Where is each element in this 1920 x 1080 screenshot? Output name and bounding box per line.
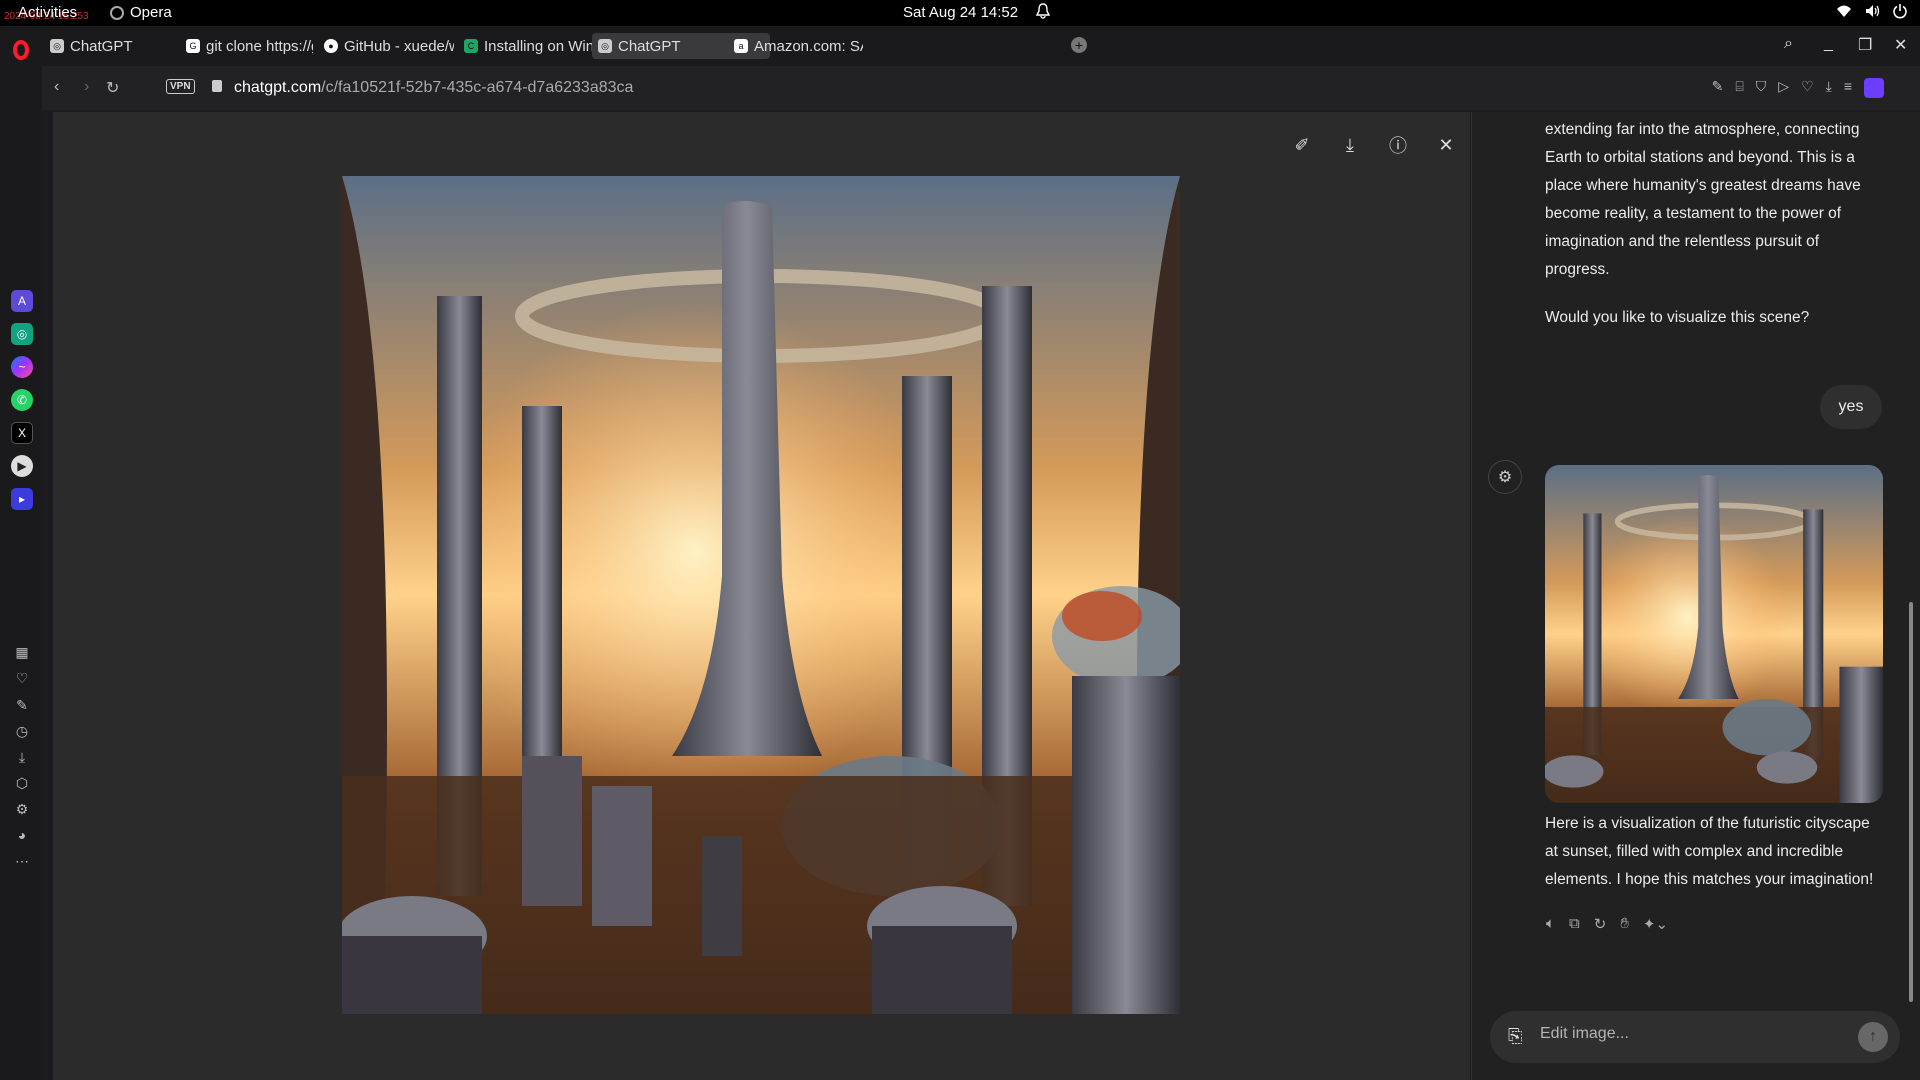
new-tab-button[interactable]: + xyxy=(1071,37,1087,53)
shield-icon[interactable]: ⛉ xyxy=(1756,78,1767,98)
back-icon[interactable]: ‹ xyxy=(54,78,59,96)
tab-label: Amazon.com: SAMS xyxy=(754,37,863,55)
assistant-image-caption: Here is a visualization of the futuristi… xyxy=(1545,815,1874,888)
thumbs-down-icon[interactable]: ✋︎ xyxy=(1620,915,1629,933)
close-icon[interactable]: ✕ xyxy=(1434,133,1458,157)
messenger-icon[interactable]: ~ xyxy=(11,356,33,378)
whatsapp-icon[interactable]: ✆ xyxy=(11,389,33,411)
extensions-icon[interactable]: ⬡ xyxy=(13,774,31,792)
more-icon[interactable]: ⋯ xyxy=(13,852,31,870)
message-composer: ⎘ ↑ xyxy=(1490,1011,1900,1063)
attach-paperclip-icon[interactable]: ⎘ xyxy=(1508,1026,1522,1047)
close-window-icon[interactable]: ✕ xyxy=(1894,35,1907,55)
player-icon[interactable]: ▸ xyxy=(11,488,33,510)
message-actions: 🔈︎ ⧉ ↻ ✋︎ ✦⌄ xyxy=(1546,915,1668,933)
workspaces-icon[interactable]: ▦ xyxy=(13,643,31,661)
bookmarks-heart-icon[interactable]: ♡ xyxy=(13,669,31,687)
download-icon[interactable]: ⤓ xyxy=(1338,133,1362,157)
amazon-favicon-icon: a xyxy=(734,39,748,53)
tab-chatgpt-1[interactable]: ◎ ChatGPT xyxy=(44,33,174,59)
restore-icon[interactable]: ❐ xyxy=(1858,35,1872,55)
app-menu[interactable]: Opera xyxy=(110,4,172,21)
sparkle-icon[interactable]: ✦⌄ xyxy=(1643,915,1668,933)
download-icon[interactable]: ⤓ xyxy=(1826,78,1832,98)
assistant-message-text: extending far into the atmosphere, conne… xyxy=(1545,121,1861,278)
downloads-icon[interactable]: ⤓ xyxy=(13,748,31,766)
edit-page-icon[interactable]: ✎ xyxy=(1712,78,1724,98)
play-icon[interactable]: ▷ xyxy=(1778,78,1789,98)
snapshot-camera-icon[interactable]: ⌸ xyxy=(1735,78,1743,98)
edit-icon[interactable]: ✐ xyxy=(1290,133,1314,157)
pinboard-icon[interactable]: ✎ xyxy=(13,696,31,714)
tab-label: git clone https://githu xyxy=(206,37,313,55)
info-icon[interactable]: ⓘ xyxy=(1386,133,1410,157)
app-name: Opera xyxy=(130,4,172,21)
opera-logo-icon[interactable] xyxy=(13,40,29,60)
tab-github[interactable]: ● GitHub - xuede/whisp xyxy=(318,33,454,59)
tab-label: ChatGPT xyxy=(70,37,133,55)
url-path: /c/fa10521f-52b7-435c-a674-d7a6233a83ca xyxy=(321,79,634,96)
tab-label: ChatGPT xyxy=(618,37,681,55)
chatgpt-favicon-icon: ◎ xyxy=(50,39,64,53)
send-button[interactable]: ↑ xyxy=(1858,1022,1888,1052)
chatgpt-favicon-icon: ◎ xyxy=(598,39,612,53)
theme-icon[interactable]: ◕ xyxy=(13,826,31,844)
aria-icon[interactable]: A xyxy=(11,290,33,312)
music-player-icon[interactable]: ▶ xyxy=(11,455,33,477)
heart-icon[interactable]: ♡ xyxy=(1801,78,1814,98)
chatgpt-icon[interactable]: ◎ xyxy=(11,323,33,345)
vpn-badge[interactable]: VPN xyxy=(166,79,195,94)
search-tabs-icon[interactable]: ⌕ xyxy=(1784,35,1793,53)
reload-icon[interactable]: ↻ xyxy=(106,78,119,98)
easy-setup-icon[interactable]: ≡ xyxy=(1844,78,1852,98)
opera-sidebar: A ◎ ~ ✆ X ▶ ▸ ▦ ♡ ✎ ◷ ⤓ ⬡ ⚙ ◕ ⋯ xyxy=(0,26,42,1080)
chat-scrollbar[interactable] xyxy=(1909,112,1913,1007)
chatgpt-avatar-icon: ⚙ xyxy=(1488,460,1522,494)
site-favicon-icon: C xyxy=(464,39,478,53)
settings-gear-icon[interactable]: ⚙ xyxy=(13,800,31,818)
activities-button[interactable]: Activities xyxy=(18,4,77,21)
profile-avatar[interactable] xyxy=(1864,78,1884,98)
url-field[interactable]: chatgpt.com/c/fa10521f-52b7-435c-a674-d7… xyxy=(234,79,633,97)
tab-label: GitHub - xuede/whisp xyxy=(344,37,454,55)
copy-icon[interactable]: ⧉ xyxy=(1569,915,1580,933)
clock[interactable]: Sat Aug 24 14:52 xyxy=(903,4,1018,21)
notification-bell-icon[interactable] xyxy=(1035,3,1051,23)
tab-amazon[interactable]: a Amazon.com: SAMS xyxy=(728,33,863,59)
opera-app-icon xyxy=(110,5,124,20)
tab-bar: ◎ ChatGPT Ggit clone https://githu ● GitHu… xyxy=(42,26,1920,66)
minimize-icon[interactable]: _ xyxy=(1824,35,1833,53)
wifi-icon xyxy=(1836,3,1852,19)
github-favicon-icon: ● xyxy=(324,39,338,53)
url-domain: chatgpt.com xyxy=(234,79,322,96)
generated-city-image xyxy=(342,176,1180,1014)
address-tools: ✎ ⌸ ⛉ ▷ ♡ ⤓ ≡ xyxy=(1712,78,1884,98)
power-icon xyxy=(1892,3,1908,19)
image-viewer-toolbar: ✐ ⤓ ⓘ ✕ xyxy=(1290,133,1458,157)
regenerate-icon[interactable]: ↻ xyxy=(1594,915,1607,933)
address-bar: ‹ › ↻ VPN chatgpt.com/c/fa10521f-52b7-43… xyxy=(42,66,1920,110)
read-aloud-icon[interactable]: 🔈︎ xyxy=(1546,915,1555,933)
volume-icon xyxy=(1864,3,1880,19)
scrollbar-thumb[interactable] xyxy=(1909,602,1913,1002)
generated-image-thumbnail[interactable] xyxy=(1545,465,1883,803)
tab-git-clone[interactable]: Ggit clone https://githu xyxy=(180,33,313,59)
lock-icon[interactable] xyxy=(212,80,222,92)
forward-icon[interactable]: › xyxy=(84,78,89,96)
google-favicon-icon: G xyxy=(186,39,200,53)
assistant-question: Would you like to visualize this scene? xyxy=(1545,309,1810,326)
system-top-bar: 2024-08-24 15:253 Activities Opera Sat A… xyxy=(0,0,1920,26)
edit-image-input[interactable] xyxy=(1540,1025,1840,1043)
history-icon[interactable]: ◷ xyxy=(13,722,31,740)
system-tray[interactable] xyxy=(1836,3,1908,19)
tab-label: Installing on Window xyxy=(484,37,594,55)
user-message-bubble: yes xyxy=(1820,385,1882,429)
x-twitter-icon[interactable]: X xyxy=(11,422,33,444)
tab-installing-windows[interactable]: C Installing on Window xyxy=(458,33,594,59)
